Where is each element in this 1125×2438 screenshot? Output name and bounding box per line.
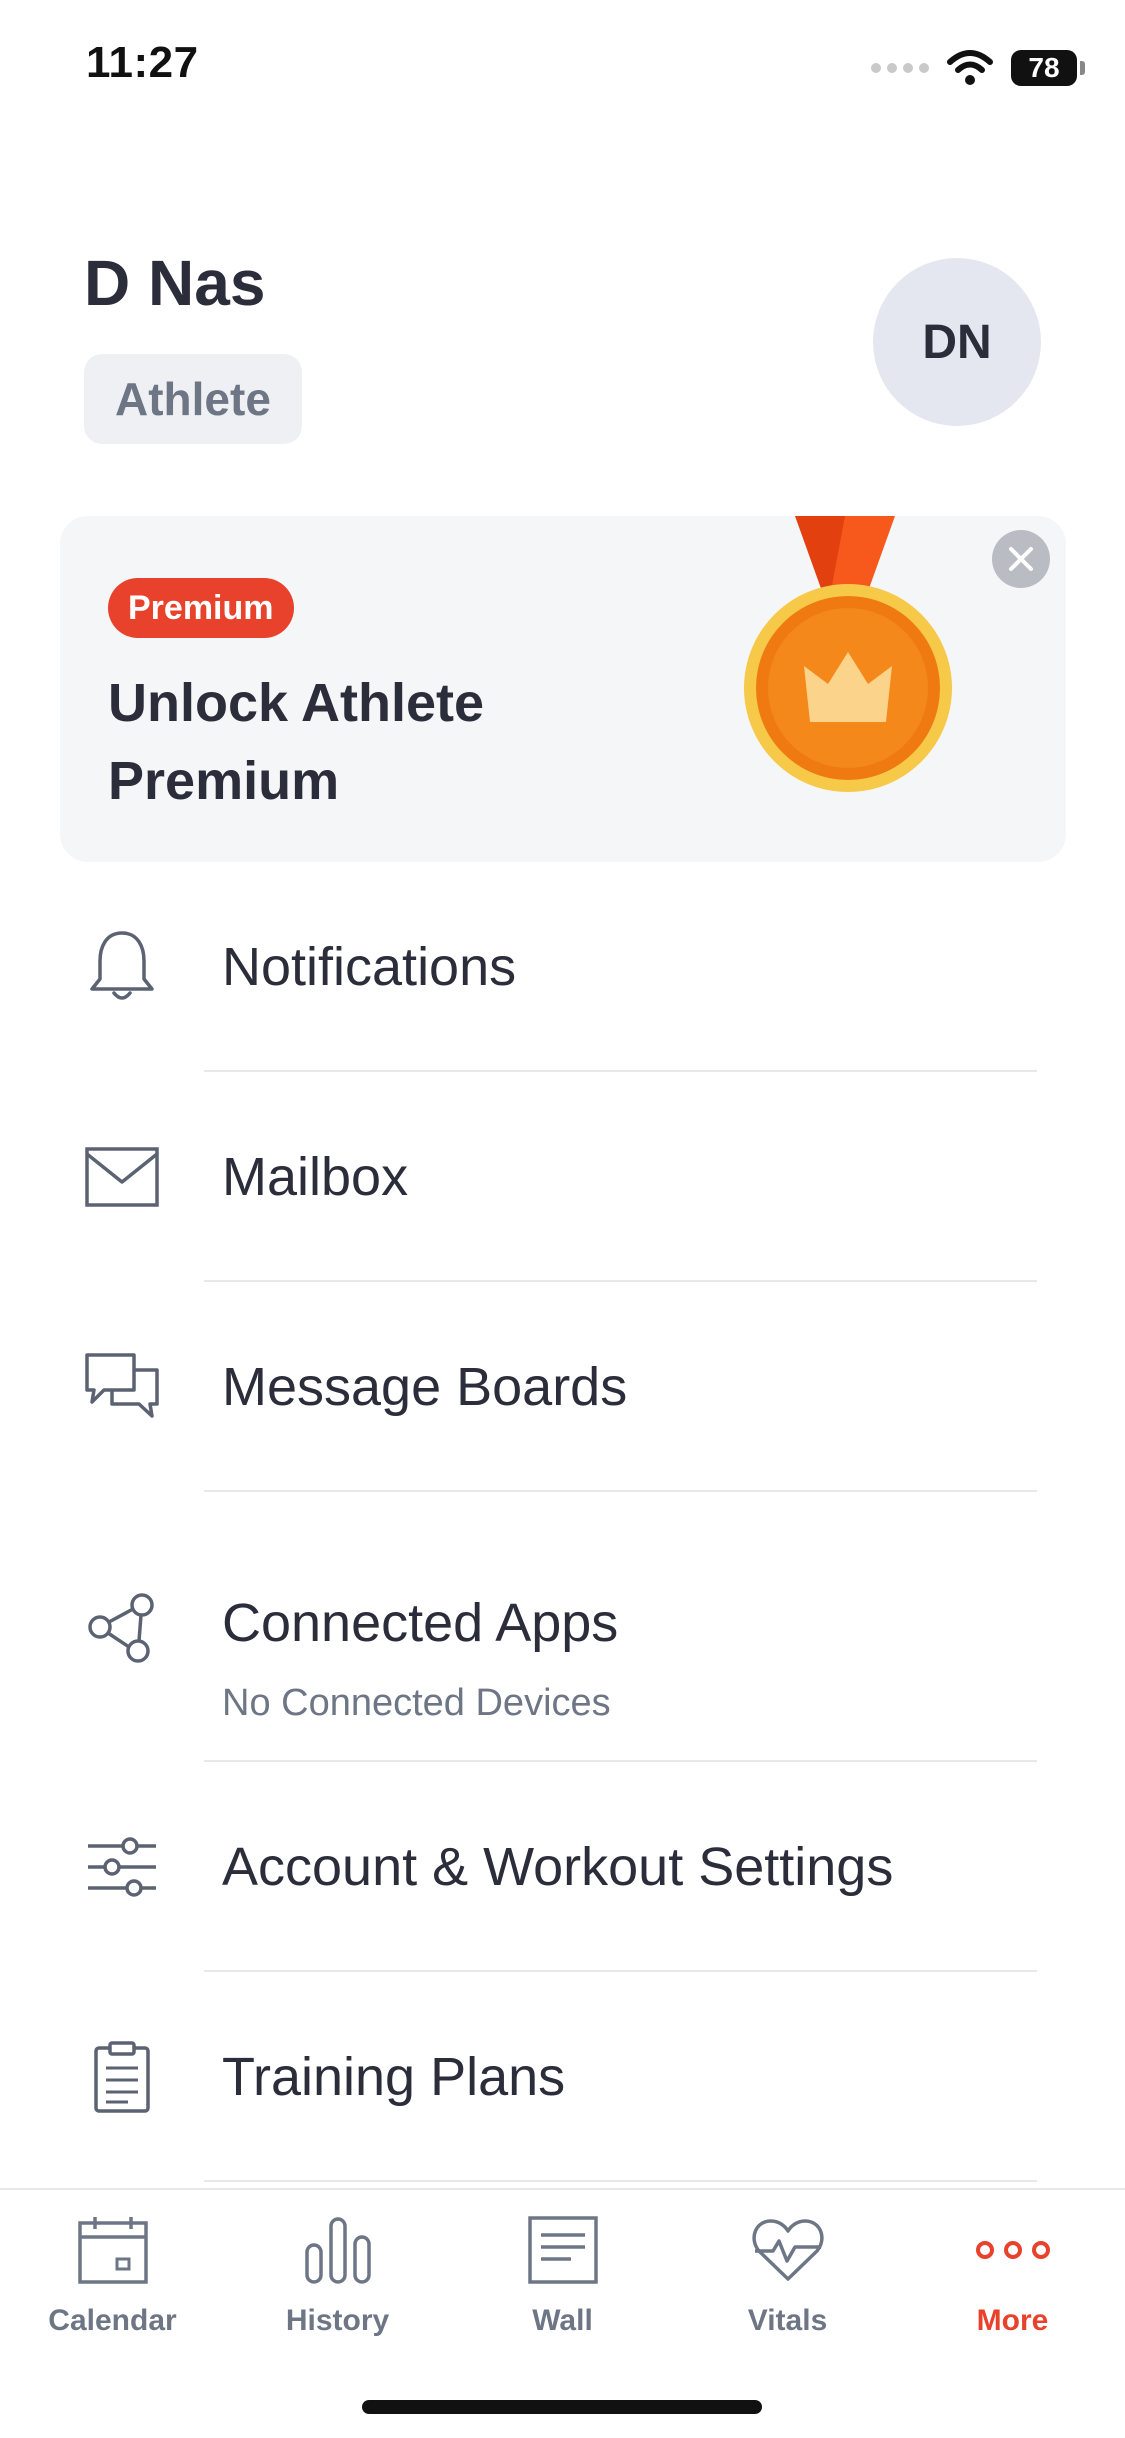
menu-item-label: Training Plans bbox=[222, 2047, 566, 2107]
menu-item-training-plans[interactable]: Training Plans bbox=[0, 1972, 1125, 2182]
avatar[interactable]: DN bbox=[873, 258, 1041, 426]
medal-icon bbox=[744, 516, 952, 792]
home-indicator bbox=[362, 2400, 762, 2414]
more-dots-icon bbox=[973, 2210, 1053, 2290]
role-badge: Athlete bbox=[84, 354, 302, 444]
status-time: 11:27 bbox=[86, 38, 199, 87]
menu-item-account-settings[interactable]: Account & Workout Settings bbox=[0, 1762, 1125, 1972]
close-icon bbox=[1009, 547, 1033, 571]
menu-item-label: Message Boards bbox=[222, 1357, 628, 1417]
cellular-signal-icon bbox=[871, 63, 929, 73]
wall-icon bbox=[523, 2210, 603, 2290]
tab-label: Vitals bbox=[747, 2304, 828, 2337]
menu-item-label: Notifications bbox=[222, 937, 517, 997]
status-indicators: 78 bbox=[871, 46, 1085, 90]
tab-label: More bbox=[976, 2304, 1049, 2337]
battery-icon: 78 bbox=[1011, 50, 1085, 86]
wifi-icon bbox=[947, 50, 993, 85]
close-button[interactable] bbox=[992, 530, 1050, 588]
menu-item-label: Account & Workout Settings bbox=[222, 1837, 894, 1897]
tab-label: History bbox=[285, 2304, 390, 2337]
clipboard-icon bbox=[82, 2037, 162, 2117]
tab-more[interactable]: More bbox=[900, 2210, 1125, 2360]
heart-pulse-icon bbox=[748, 2210, 828, 2290]
premium-badge: Premium bbox=[108, 578, 294, 638]
tab-label: Wall bbox=[532, 2304, 593, 2337]
sliders-icon bbox=[82, 1827, 162, 1907]
menu-item-sublabel: No Connected Devices bbox=[222, 1682, 611, 1724]
menu-item-message-boards[interactable]: Message Boards bbox=[0, 1282, 1125, 1492]
menu-item-label: Connected Apps bbox=[222, 1593, 619, 1653]
tab-history[interactable]: History bbox=[225, 2210, 450, 2360]
tab-label: Calendar bbox=[48, 2304, 177, 2337]
menu-item-connected-apps[interactable]: Connected Apps No Connected Devices bbox=[0, 1492, 1125, 1762]
user-name: D Nas bbox=[84, 247, 266, 319]
connected-nodes-icon bbox=[82, 1587, 162, 1667]
menu-item-notifications[interactable]: Notifications bbox=[0, 862, 1125, 1072]
menu-item-mailbox[interactable]: Mailbox bbox=[0, 1072, 1125, 1282]
divider bbox=[204, 2180, 1037, 2182]
status-bar: 11:27 78 bbox=[0, 0, 1125, 140]
tab-calendar[interactable]: Calendar bbox=[0, 2210, 225, 2360]
premium-title: Unlock Athlete Premium bbox=[108, 673, 485, 811]
chat-bubbles-icon bbox=[82, 1347, 162, 1427]
bar-chart-icon bbox=[298, 2210, 378, 2290]
calendar-icon bbox=[73, 2210, 153, 2290]
bell-icon bbox=[82, 927, 162, 1007]
tab-vitals[interactable]: Vitals bbox=[675, 2210, 900, 2360]
menu-list: Notifications Mailbox Message Boards Con… bbox=[0, 862, 1125, 2182]
tab-wall[interactable]: Wall bbox=[450, 2210, 675, 2360]
menu-item-label: Mailbox bbox=[222, 1147, 409, 1207]
envelope-icon bbox=[82, 1137, 162, 1217]
premium-promo-card[interactable]: Premium Unlock Athlete Premium bbox=[60, 516, 1066, 862]
